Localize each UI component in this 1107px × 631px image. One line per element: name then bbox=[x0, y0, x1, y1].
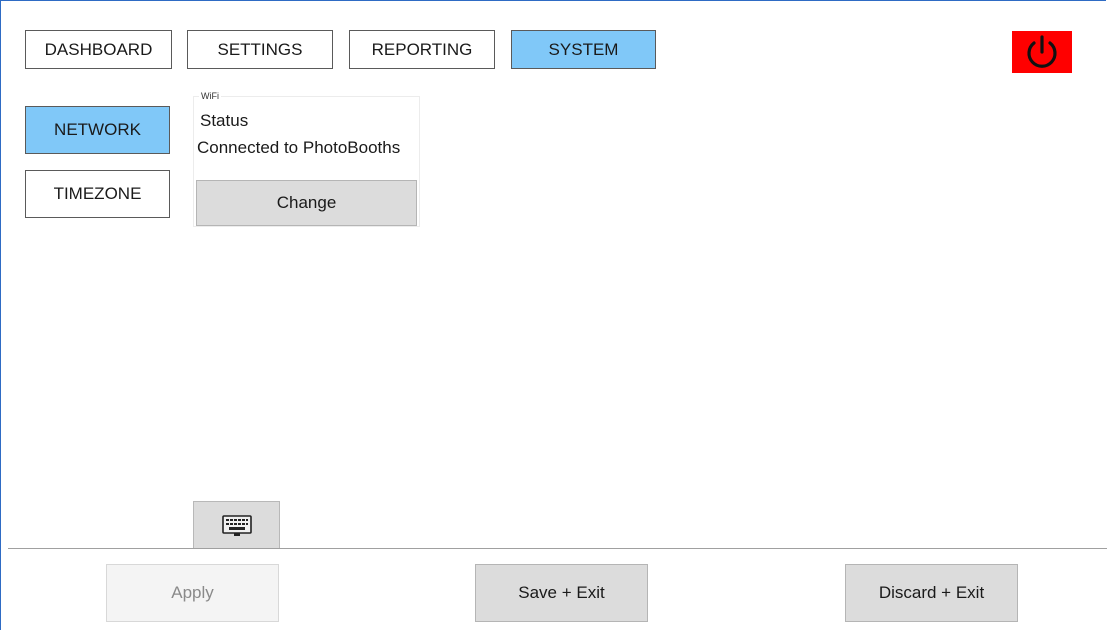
wifi-status-value: Connected to PhotoBooths bbox=[197, 138, 401, 157]
wifi-group-legend: WiFi bbox=[199, 91, 221, 101]
tab-system[interactable]: SYSTEM bbox=[511, 30, 656, 69]
change-wifi-button[interactable]: Change bbox=[196, 180, 417, 226]
keyboard-button[interactable] bbox=[193, 501, 280, 549]
window-frame bbox=[0, 0, 1106, 630]
power-icon bbox=[1027, 35, 1057, 68]
keyboard-icon bbox=[221, 514, 252, 536]
power-button[interactable] bbox=[1012, 31, 1072, 73]
tab-reporting[interactable]: REPORTING bbox=[349, 30, 495, 69]
save-exit-button[interactable]: Save + Exit bbox=[475, 564, 648, 622]
tab-dashboard[interactable]: DASHBOARD bbox=[25, 30, 172, 69]
sidebar-item-timezone[interactable]: TIMEZONE bbox=[25, 170, 170, 218]
discard-exit-button[interactable]: Discard + Exit bbox=[845, 564, 1018, 622]
wifi-status-label: Status bbox=[200, 111, 249, 130]
apply-button[interactable]: Apply bbox=[106, 564, 279, 622]
sidebar-item-network[interactable]: NETWORK bbox=[25, 106, 170, 154]
footer-divider bbox=[8, 548, 1107, 549]
tab-settings[interactable]: SETTINGS bbox=[187, 30, 333, 69]
wifi-group: WiFi Status Connected to PhotoBooths Cha… bbox=[193, 91, 420, 227]
